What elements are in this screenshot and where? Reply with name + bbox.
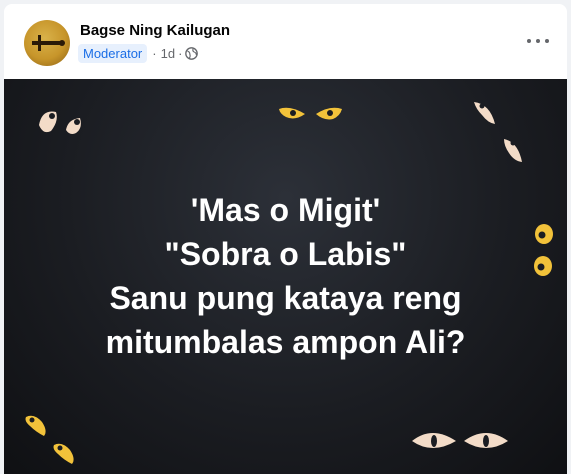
author-name[interactable]: Bagse Ning Kailugan [80,22,230,39]
post-meta: Moderator · 1d · [78,43,199,63]
moderator-badge[interactable]: Moderator [78,43,148,63]
eye-pair-top-center [279,107,342,120]
meta-separator: · [152,45,157,61]
post-card: Bagse Ning Kailugan Moderator · 1d · 'Ma… [4,4,567,474]
post-text-line: Sanu pung kataya reng [109,280,462,316]
post-image-text: 'Mas o Migit' "Sobra o Labis" Sanu pung … [4,188,567,364]
post-text-line: mitumbalas ampon Ali? [105,324,466,360]
post-image[interactable]: 'Mas o Migit' "Sobra o Labis" Sanu pung … [4,79,567,474]
meta-separator-2: · [178,45,183,61]
post-time[interactable]: 1d [161,46,175,61]
group-avatar[interactable] [24,20,70,66]
more-dot [536,39,540,43]
eye-pair-bottom-right [412,433,508,448]
globe-icon [185,46,199,60]
eye-pair-top-left [39,111,81,134]
eye-pair-top-right [474,102,522,162]
more-dot [545,39,549,43]
post-text-line: "Sobra o Labis" [164,236,407,272]
post-text-line: 'Mas o Migit' [190,192,381,228]
more-options-button[interactable] [527,34,549,48]
more-dot [527,39,531,43]
eye-pair-bottom-left [25,415,74,464]
post-header: Bagse Ning Kailugan Moderator · 1d · [4,4,567,79]
cross-emblem-icon [32,35,65,51]
